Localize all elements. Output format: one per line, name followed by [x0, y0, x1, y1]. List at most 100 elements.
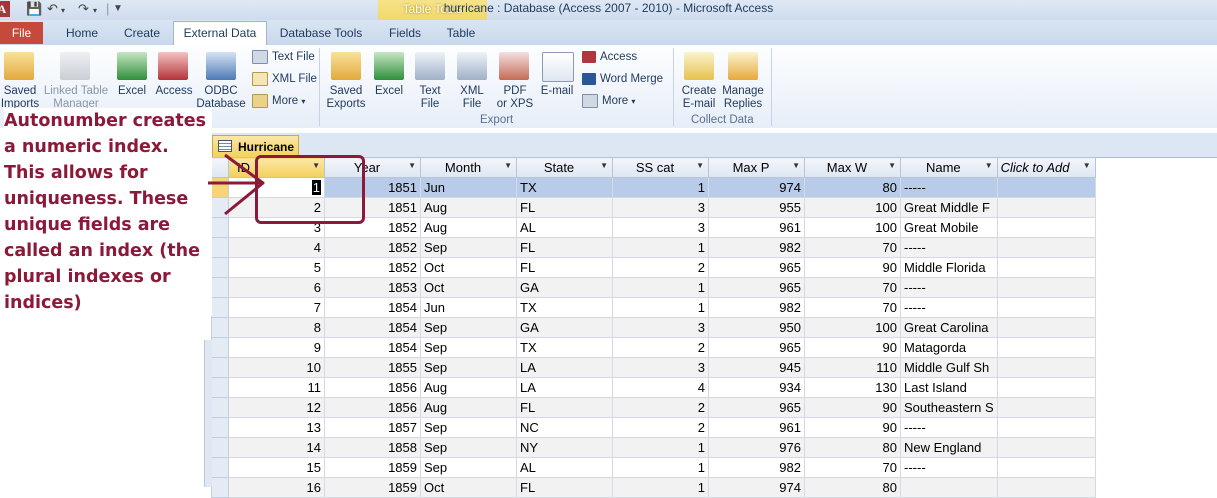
cell-max-p[interactable]: 945	[708, 357, 805, 378]
table-row[interactable]: 13 1857 Sep NC 2 961 90 -----	[211, 417, 1096, 438]
cell-max-w[interactable]: 70	[804, 237, 901, 258]
cell-name[interactable]: Middle Florida	[900, 257, 998, 278]
chevron-down-icon[interactable]: ▼	[696, 161, 704, 170]
column-header-max-p[interactable]: Max P ▼	[708, 157, 805, 178]
cell-state[interactable]: AL	[516, 217, 613, 238]
cell-year[interactable]: 1855	[324, 357, 421, 378]
cell-click-to-add[interactable]	[996, 297, 1096, 318]
cell-click-to-add[interactable]	[996, 417, 1096, 438]
chevron-down-icon[interactable]: ▼	[792, 161, 800, 170]
table-row[interactable]: 11 1856 Aug LA 4 934 130 Last Island	[211, 377, 1096, 398]
row-selector[interactable]	[211, 477, 229, 498]
row-selector[interactable]	[211, 377, 229, 398]
cell-name[interactable]: Great Middle F	[900, 197, 998, 218]
cell-state[interactable]: TX	[516, 337, 613, 358]
cell-ss-cat[interactable]: 2	[612, 257, 709, 278]
cell-click-to-add[interactable]	[996, 177, 1096, 198]
cell-ss-cat[interactable]: 2	[612, 397, 709, 418]
tab-external-data[interactable]: External Data	[173, 21, 267, 45]
email-export-button[interactable]: E-mail	[537, 85, 577, 98]
xml-file-export-button[interactable]: XML File	[452, 85, 492, 111]
cell-id[interactable]: 15	[228, 457, 325, 478]
cell-state[interactable]: GA	[516, 317, 613, 338]
text-file-export-button[interactable]: Text File	[410, 85, 450, 111]
cell-year[interactable]: 1852	[324, 237, 421, 258]
cell-max-p[interactable]: 982	[708, 457, 805, 478]
cell-click-to-add[interactable]	[996, 277, 1096, 298]
cell-state[interactable]: LA	[516, 377, 613, 398]
cell-month[interactable]: Oct	[420, 277, 517, 298]
cell-ss-cat[interactable]: 1	[612, 277, 709, 298]
cell-month[interactable]: Sep	[420, 437, 517, 458]
cell-ss-cat[interactable]: 1	[612, 477, 709, 498]
table-row[interactable]: 4 1852 Sep FL 1 982 70 -----	[211, 237, 1096, 258]
cell-ss-cat[interactable]: 1	[612, 437, 709, 458]
cell-year[interactable]: 1854	[324, 337, 421, 358]
cell-month[interactable]: Jun	[420, 297, 517, 318]
chevron-down-icon[interactable]: ▼	[504, 161, 512, 170]
cell-year[interactable]: 1859	[324, 477, 421, 498]
cell-max-p[interactable]: 965	[708, 257, 805, 278]
cell-name[interactable]: New England	[900, 437, 998, 458]
table-row[interactable]: 8 1854 Sep GA 3 950 100 Great Carolina	[211, 317, 1096, 338]
excel-export-button[interactable]: Excel	[369, 85, 409, 98]
word-merge-button[interactable]: Word Merge	[582, 71, 663, 87]
cell-name[interactable]: -----	[900, 297, 998, 318]
row-selector[interactable]	[211, 437, 229, 458]
chevron-down-icon[interactable]: ▼	[985, 161, 993, 170]
pdf-xps-button[interactable]: PDF or XPS	[493, 85, 537, 111]
tab-database-tools[interactable]: Database Tools	[275, 22, 367, 44]
cell-name[interactable]: Great Carolina	[900, 317, 998, 338]
cell-year[interactable]: 1859	[324, 457, 421, 478]
column-header-click-to-add[interactable]: Click to Add ▼	[996, 157, 1096, 178]
cell-max-w[interactable]: 110	[804, 357, 901, 378]
cell-max-p[interactable]: 982	[708, 297, 805, 318]
table-row[interactable]: 15 1859 Sep AL 1 982 70 -----	[211, 457, 1096, 478]
create-email-button[interactable]: Create E-mail	[677, 85, 721, 111]
cell-state[interactable]: NY	[516, 437, 613, 458]
cell-id[interactable]: 10	[228, 357, 325, 378]
cell-name[interactable]: -----	[900, 457, 998, 478]
cell-max-w[interactable]: 100	[804, 197, 901, 218]
cell-ss-cat[interactable]: 2	[612, 337, 709, 358]
import-xml-file-button[interactable]: XML File	[252, 71, 317, 87]
row-selector[interactable]	[211, 217, 229, 238]
row-selector[interactable]	[211, 257, 229, 278]
cell-year[interactable]: 1856	[324, 377, 421, 398]
cell-ss-cat[interactable]: 1	[612, 177, 709, 198]
cell-max-w[interactable]: 70	[804, 457, 901, 478]
cell-month[interactable]: Sep	[420, 417, 517, 438]
cell-month[interactable]: Sep	[420, 457, 517, 478]
table-row[interactable]: 10 1855 Sep LA 3 945 110 Middle Gulf Sh	[211, 357, 1096, 378]
table-row[interactable]: 12 1856 Aug FL 2 965 90 Southeastern S	[211, 397, 1096, 418]
table-row[interactable]: 7 1854 Jun TX 1 982 70 -----	[211, 297, 1096, 318]
column-header-max-w[interactable]: Max W ▼	[804, 157, 901, 178]
cell-month[interactable]: Aug	[420, 197, 517, 218]
cell-click-to-add[interactable]	[996, 457, 1096, 478]
row-selector[interactable]	[211, 417, 229, 438]
access-import-button[interactable]: Access	[154, 85, 194, 98]
row-selector[interactable]	[211, 337, 229, 358]
cell-id[interactable]: 9	[228, 337, 325, 358]
cell-month[interactable]: Sep	[420, 337, 517, 358]
cell-name[interactable]: Matagorda	[900, 337, 998, 358]
cell-name[interactable]: -----	[900, 237, 998, 258]
cell-ss-cat[interactable]: 1	[612, 297, 709, 318]
tab-file[interactable]: File	[0, 22, 43, 44]
cell-ss-cat[interactable]: 1	[612, 237, 709, 258]
cell-ss-cat[interactable]: 4	[612, 377, 709, 398]
cell-month[interactable]: Sep	[420, 357, 517, 378]
row-selector[interactable]	[211, 277, 229, 298]
cell-ss-cat[interactable]: 3	[612, 317, 709, 338]
chevron-down-icon[interactable]: ▼	[408, 161, 416, 170]
cell-max-p[interactable]: 934	[708, 377, 805, 398]
cell-max-p[interactable]: 982	[708, 237, 805, 258]
cell-click-to-add[interactable]	[996, 217, 1096, 238]
import-text-file-button[interactable]: Text File	[252, 49, 315, 65]
cell-id[interactable]: 11	[228, 377, 325, 398]
cell-state[interactable]: FL	[516, 397, 613, 418]
cell-year[interactable]: 1853	[324, 277, 421, 298]
cell-name[interactable]: Southeastern S	[900, 397, 998, 418]
cell-click-to-add[interactable]	[996, 377, 1096, 398]
cell-year[interactable]: 1857	[324, 417, 421, 438]
